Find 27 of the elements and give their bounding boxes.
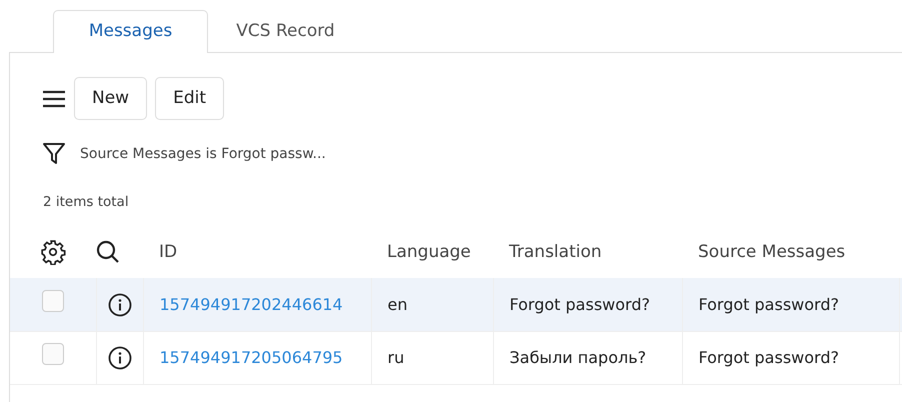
table-cell: ru <box>388 348 404 367</box>
items-total: 2 items total <box>43 194 129 210</box>
info-icon[interactable] <box>108 346 132 370</box>
table-row[interactable]: 157494917202446614 en Forgot password? Forgot password? <box>10 278 902 332</box>
column-header[interactable]: Translation <box>493 226 682 278</box>
tab[interactable]: VCS Record <box>208 10 363 53</box>
search-icon[interactable] <box>96 240 120 264</box>
table-cell: en <box>388 294 408 314</box>
filter-text: Source Messages is Forgot passw... <box>80 144 326 164</box>
tab[interactable]: Messages <box>53 10 208 53</box>
menu-icon[interactable] <box>42 90 66 108</box>
table-cell: Forgot password? <box>698 294 839 314</box>
settings-icon[interactable] <box>40 239 66 266</box>
info-icon[interactable] <box>108 292 132 317</box>
column-header[interactable]: ID <box>143 226 371 278</box>
row-checkbox[interactable] <box>42 290 64 312</box>
table-row[interactable]: 157494917205064795 ru Забыли пароль? Forgot password? <box>10 331 902 384</box>
edit-button[interactable]: Edit <box>155 77 224 120</box>
column-header[interactable]: Source Messages <box>682 226 899 278</box>
table-cell: Забыли пароль? <box>510 348 646 367</box>
new-button[interactable]: New <box>74 77 148 120</box>
filter-icon[interactable] <box>42 142 66 166</box>
id-link[interactable]: 157494917205064795 <box>160 348 343 367</box>
table-cell: Forgot password? <box>698 348 839 367</box>
row-checkbox[interactable] <box>42 343 64 366</box>
column-header[interactable]: Language <box>371 226 493 278</box>
table-cell: Forgot password? <box>510 294 650 314</box>
